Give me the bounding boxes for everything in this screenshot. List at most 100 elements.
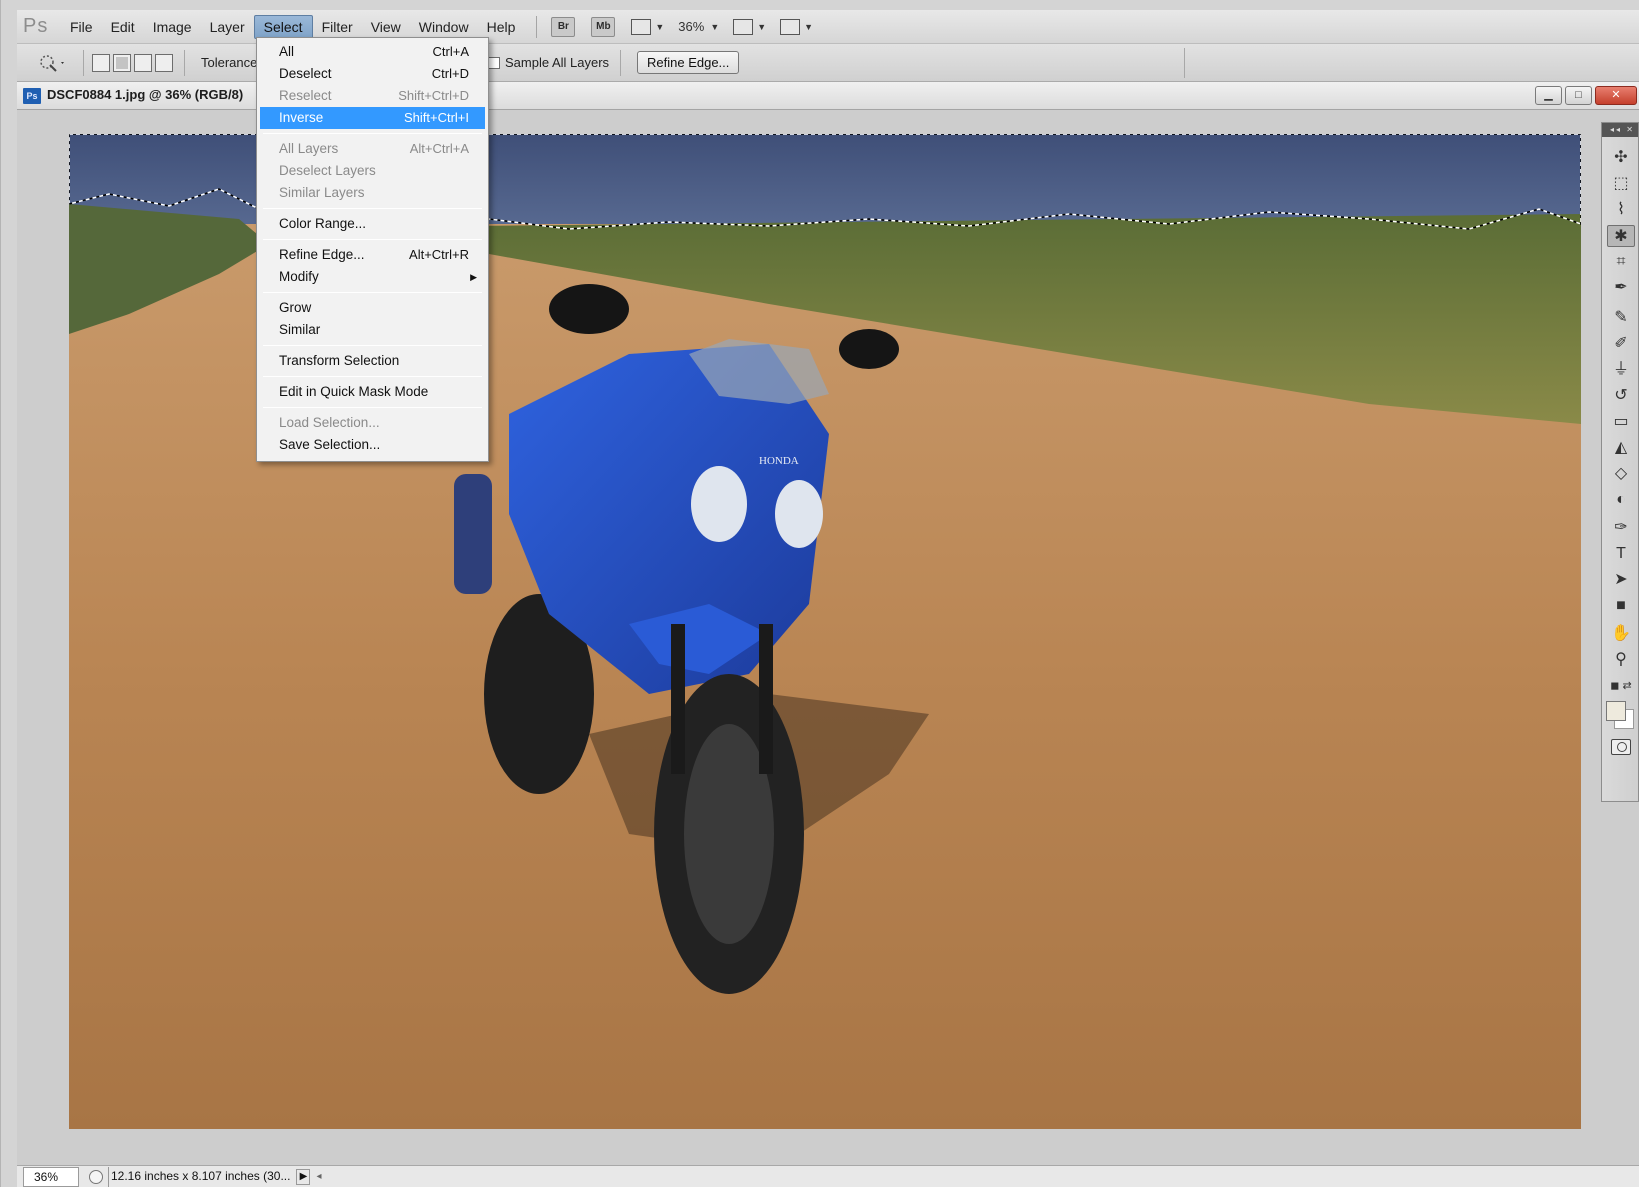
sample-all-layers-checkbox[interactable]: [488, 56, 500, 69]
menu-separator: [263, 133, 482, 134]
arrange-documents-icon: [733, 18, 754, 35]
path-selection-tool-icon[interactable]: ➤: [1607, 569, 1635, 591]
menu-item-reselect: Reselect Shift+Ctrl+D: [279, 88, 469, 103]
submenu-arrow-icon: ▶: [470, 272, 477, 282]
tolerance-label: Tolerance:: [201, 55, 261, 70]
menu-edit[interactable]: Edit: [102, 15, 144, 39]
pen-tool-icon[interactable]: ✑: [1607, 517, 1635, 539]
options-separator: [1184, 48, 1185, 78]
menu-item-load-selection: Load Selection...: [279, 415, 380, 430]
bike-brand-text: HONDA: [759, 455, 799, 467]
minimize-button[interactable]: ▁: [1535, 86, 1562, 105]
document-title: DSCF0884 1.jpg @ 36% (RGB/8): [47, 87, 244, 102]
photoshop-document-icon: Ps: [23, 88, 41, 104]
rectangle-tool-icon[interactable]: ■: [1607, 595, 1635, 617]
maximize-button[interactable]: □: [1565, 86, 1592, 105]
eyedropper-tool-icon[interactable]: ✒: [1607, 277, 1635, 299]
tools-panel-header[interactable]: ◂◂ ✕: [1602, 123, 1638, 137]
menu-item-deselect-layers: Deselect Layers: [279, 163, 376, 178]
options-separator: [83, 49, 84, 76]
subtract-selection-mode-button[interactable]: [134, 53, 152, 72]
zoom-level-field[interactable]: 36%: [23, 1166, 79, 1187]
screen-mode-button[interactable]: ▼: [780, 18, 814, 35]
menu-item-modify[interactable]: Modify ▶: [260, 266, 485, 288]
menu-separator: [263, 407, 482, 408]
options-separator: [184, 49, 185, 76]
zoom-tool-icon[interactable]: ⚲: [1607, 649, 1635, 671]
new-selection-mode-button[interactable]: [92, 53, 110, 72]
menu-item-refine-edge[interactable]: Refine Edge... Alt+Ctrl+R: [260, 244, 485, 266]
eraser-tool-icon[interactable]: ▭: [1607, 411, 1635, 433]
minimize-icon: ▁: [1544, 89, 1553, 101]
dodge-tool-icon[interactable]: ◐: [1607, 489, 1635, 511]
menu-item-color-range[interactable]: Color Range...: [260, 213, 485, 235]
history-brush-tool-icon[interactable]: ↺: [1607, 385, 1635, 407]
chevron-down-icon: ▼: [804, 21, 814, 32]
refine-edge-button[interactable]: Refine Edge...: [637, 51, 740, 74]
blur-tool-icon[interactable]: ◇: [1607, 463, 1635, 485]
arrange-documents-button[interactable]: ▼: [733, 18, 766, 35]
menu-item-similar[interactable]: Similar: [260, 319, 485, 341]
tools-panel: ◂◂ ✕ ✣ ⬚ ⌇ ✱ ⌗ ✒ ✎ ✐ ⏚ ↺ ▭ ◭ ◇ ◐ ✑ T ➤ ■…: [1601, 122, 1639, 802]
menu-separator: [263, 345, 482, 346]
tool-preset-picker[interactable]: [29, 49, 75, 77]
intersect-selection-mode-button[interactable]: [155, 53, 173, 72]
menu-item-all-layers: All Layers Alt+Ctrl+A: [279, 141, 469, 156]
menu-item-edit-in-quick-mask-mode[interactable]: Edit in Quick Mask Mode: [260, 381, 485, 403]
select-menu-dropdown: All Ctrl+A Deselect Ctrl+D Reselect Shift+C…: [256, 37, 489, 462]
menu-separator: [263, 208, 482, 209]
quick-selection-tool-icon[interactable]: ✱: [1607, 225, 1635, 247]
hand-tool-icon[interactable]: ✋: [1607, 623, 1635, 645]
chevron-down-icon: ▼: [655, 21, 665, 32]
photoshop-logo: Ps: [23, 15, 49, 37]
view-extras-button[interactable]: ▼: [631, 18, 665, 35]
menu-help[interactable]: Help: [478, 15, 525, 39]
options-separator: [620, 50, 621, 76]
foreground-color-swatch[interactable]: [1606, 701, 1626, 721]
menu-item-grow[interactable]: Grow: [260, 297, 485, 319]
menu-separator: [263, 292, 482, 293]
menu-item-save-selection[interactable]: Save Selection...: [260, 434, 485, 456]
clone-stamp-tool-icon[interactable]: ⏚: [1607, 359, 1635, 381]
lasso-tool-icon[interactable]: ⌇: [1607, 199, 1635, 221]
marquee-tool-icon[interactable]: ⬚: [1607, 173, 1635, 195]
sample-all-layers-label: Sample All Layers: [505, 55, 610, 70]
type-tool-icon[interactable]: T: [1607, 543, 1635, 565]
spot-healing-tool-icon[interactable]: ✎: [1607, 307, 1635, 329]
menubar-separator: [536, 15, 538, 38]
menu-view[interactable]: View: [362, 15, 410, 39]
bridge-button[interactable]: Br: [551, 16, 576, 37]
quick-selection-icon: [40, 54, 64, 72]
close-button[interactable]: ✕: [1595, 86, 1637, 105]
view-extras-icon: [631, 18, 652, 35]
status-info-icon: [89, 1169, 103, 1184]
menu-filter[interactable]: Filter: [313, 15, 362, 39]
menu-item-inverse[interactable]: Inverse Shift+Ctrl+I: [260, 107, 485, 129]
menu-window[interactable]: Window: [410, 15, 478, 39]
maximize-icon: □: [1575, 89, 1582, 101]
zoom-level-dropdown[interactable]: 36% ▼: [678, 19, 719, 34]
menu-item-deselect[interactable]: Deselect Ctrl+D: [260, 63, 485, 85]
menu-image[interactable]: Image: [144, 15, 201, 39]
menu-file[interactable]: File: [61, 15, 102, 39]
crop-tool-icon[interactable]: ⌗: [1607, 251, 1635, 273]
chevron-down-icon: ▼: [710, 21, 720, 32]
scroll-left-icon[interactable]: ◂: [316, 1171, 321, 1182]
sample-all-layers-option[interactable]: Sample All Layers: [488, 55, 609, 70]
paint-bucket-tool-icon[interactable]: ◭: [1607, 437, 1635, 459]
quick-mask-icon[interactable]: [1611, 739, 1631, 755]
status-bar: 36% 12.16 inches x 8.107 inches (30... ▶…: [17, 1165, 1639, 1187]
brush-tool-icon[interactable]: ✐: [1607, 333, 1635, 355]
menu-select[interactable]: Select: [253, 14, 313, 39]
add-to-selection-mode-button[interactable]: [113, 53, 131, 72]
menu-item-all[interactable]: All Ctrl+A: [260, 41, 485, 63]
menu-layer[interactable]: Layer: [201, 15, 254, 39]
default-colors-icon[interactable]: ◼ ⇄: [1607, 675, 1635, 697]
move-tool-icon[interactable]: ✣: [1607, 147, 1635, 169]
status-menu-arrow-icon[interactable]: ▶: [296, 1168, 311, 1185]
zoom-level-value: 36%: [678, 19, 705, 34]
menu-item-transform-selection[interactable]: Transform Selection: [260, 350, 485, 372]
menu-item-similar-layers: Similar Layers: [279, 185, 365, 200]
photoshop-window: Ps File Edit Image Layer Select Filter V…: [0, 0, 1639, 1187]
mini-bridge-button[interactable]: Mb: [591, 16, 616, 37]
